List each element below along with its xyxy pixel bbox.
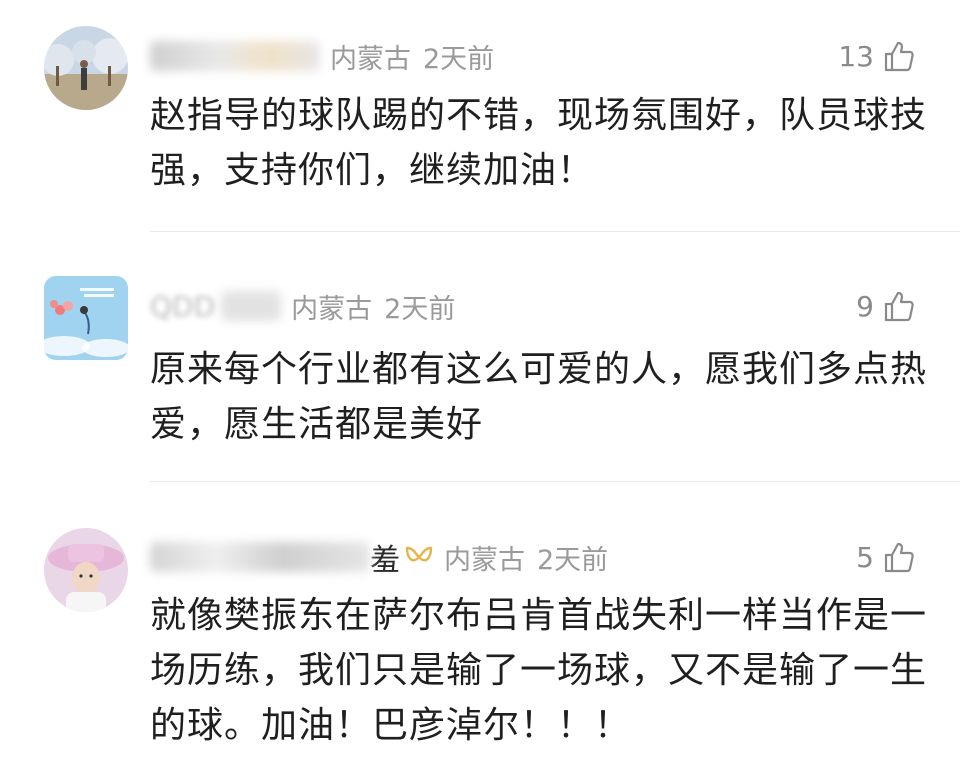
like-button[interactable]: 9 [856,286,916,326]
username-redacted [221,291,282,321]
like-button[interactable]: 13 [838,36,916,76]
username-redacted[interactable] [150,542,370,572]
comment-text: 原来每个行业都有这么可爱的人，愿我们多点热爱，愿生活都是美好 [150,349,928,445]
username-redacted[interactable] [150,41,320,71]
username-partial[interactable]: QDD [150,290,215,323]
like-count: 13 [838,39,874,73]
svip-badge-icon [404,545,434,569]
like-count: 9 [856,289,874,323]
comment-meta: 羞 内蒙古 2天前 [150,537,620,578]
location-label: 内蒙古 [291,293,373,325]
thumbs-up-icon [882,289,916,323]
avatar[interactable] [44,528,128,612]
comment-text: 赵指导的球队踢的不错，现场氛围好，队员球技强，支持你们，继续加油！ [150,95,928,191]
location-label: 内蒙古 [444,544,525,576]
comment-item[interactable]: 羞 内蒙古 2天前 5 就像樊振东在萨尔布吕肯首战失利一样当作是一场历练，我们只… [0,482,960,766]
like-count: 5 [856,540,874,574]
comment-item[interactable]: QDD 内蒙古 2天前 9 原来每个行业都有这么可爱的人，愿我们多点热爱，愿生活… [0,232,960,482]
avatar[interactable] [44,26,128,110]
comment-meta: 内蒙古 2天前 [150,36,506,76]
avatar[interactable] [44,276,128,360]
thumbs-up-icon [882,39,916,73]
comment-item[interactable]: 内蒙古 2天前 13 赵指导的球队踢的不错，现场氛围好，队员球技强，支持你们，继… [0,0,960,232]
thumbs-up-icon [882,540,916,574]
comment-text: 就像樊振东在萨尔布吕肯首战失利一样当作是一场历练，我们只是输了一场球，又不是输了… [150,595,928,746]
location-label: 内蒙古 [330,43,411,75]
timestamp: 2天前 [384,293,456,325]
timestamp: 2天前 [423,43,495,75]
username-suffix: 羞 [370,543,400,578]
like-button[interactable]: 5 [856,537,916,577]
comment-meta: QDD 内蒙古 2天前 [150,286,467,326]
timestamp: 2天前 [537,544,609,576]
